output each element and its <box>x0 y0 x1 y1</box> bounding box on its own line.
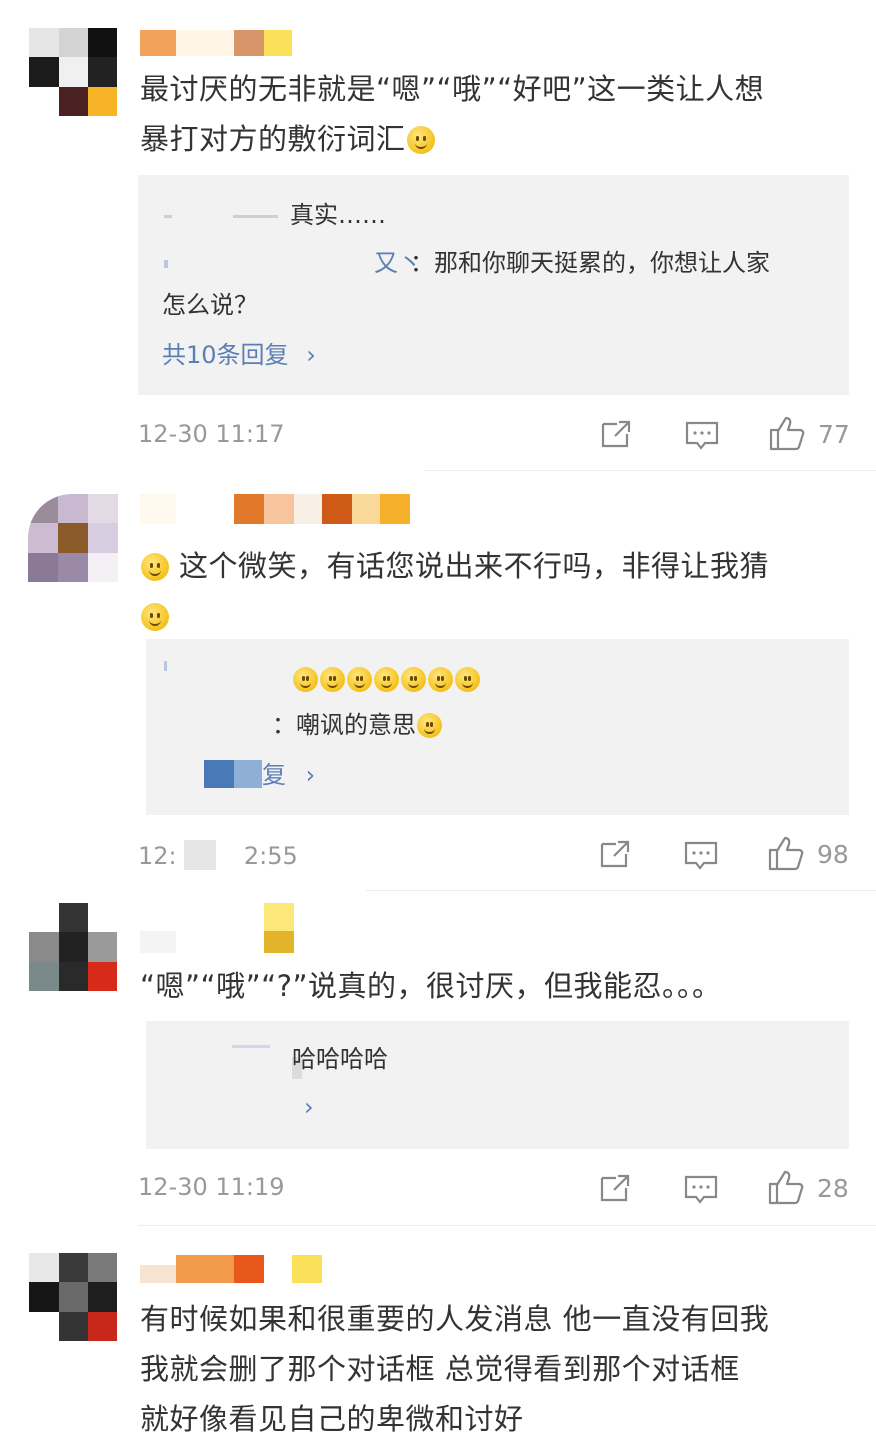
reply-text: 哈哈哈哈 <box>292 1045 388 1073</box>
avatar[interactable] <box>29 1253 117 1341</box>
thumbs-up-icon <box>768 1170 804 1205</box>
comment-text-line: 有时候如果和很重要的人发消息 他一直没有回我 <box>140 1302 770 1336</box>
timestamp: 12-30 11:19 <box>138 1173 285 1201</box>
timestamp-part: 12: <box>138 842 177 870</box>
avatar[interactable] <box>29 903 117 991</box>
comment-text-line: 暴打对方的敷衍词汇 <box>140 122 406 156</box>
like-button[interactable] <box>767 1168 805 1210</box>
timestamp-part: 2:55 <box>243 842 298 870</box>
like-count: 77 <box>818 420 850 449</box>
timestamp: 12-30 11:17 <box>138 420 285 448</box>
comment-text-line: 就好像看见自己的卑微和讨好 <box>140 1402 524 1436</box>
comment-icon <box>685 421 719 450</box>
like-count: 98 <box>817 840 849 869</box>
smile-emoji-icon <box>455 667 480 692</box>
smile-emoji-icon <box>347 667 372 692</box>
divider <box>366 890 876 891</box>
more-replies-link[interactable]: 复 › <box>204 755 315 795</box>
smile-emoji-icon <box>428 667 453 692</box>
divider <box>138 1225 876 1226</box>
comment-text: “嗯”“哦”“?”说真的，很讨厌，但我能忍。。。 <box>140 961 860 1011</box>
comment-icon <box>684 1175 718 1204</box>
more-replies-link[interactable]: 共10条回复 › <box>162 335 316 375</box>
share-button[interactable] <box>598 1172 632 1208</box>
reply-text: 怎么说？ <box>162 291 258 319</box>
comment-text: 这个微笑，有话您说出来不行吗，非得让我猜 <box>140 541 860 641</box>
reply-text: ：嘲讽的意思 <box>272 711 416 739</box>
username[interactable] <box>140 903 294 953</box>
smile-emoji-icon <box>320 667 345 692</box>
comment-icon <box>684 841 718 870</box>
smile-emoji-icon <box>374 667 399 692</box>
like-count: 28 <box>817 1174 849 1203</box>
like-button[interactable] <box>767 834 805 876</box>
reply-box[interactable]: 真实…… 又丶 ：那和你聊天挺累的，你想让人家 怎么说？ 共10条回复 › <box>138 175 849 395</box>
chevron-right-icon: › <box>304 1093 314 1121</box>
like-button[interactable] <box>768 414 806 456</box>
comment-text-line: 这个微笑，有话您说出来不行吗，非得让我猜 <box>179 549 770 583</box>
share-button[interactable] <box>598 838 632 874</box>
more-replies-label: 共10条回复 <box>162 341 289 369</box>
comment-text: 最讨厌的无非就是“嗯”“哦”“好吧”这一类让人想 暴打对方的敷衍词汇 <box>140 64 860 164</box>
smile-emoji-icon <box>417 713 442 738</box>
chevron-right-icon: › <box>305 761 316 789</box>
thumbs-up-icon <box>768 836 804 871</box>
comment-button[interactable] <box>684 420 720 456</box>
comment-button[interactable] <box>683 1174 719 1210</box>
reply-text: ：那和你聊天挺累的，你想让人家 <box>410 249 770 277</box>
smile-emoji-icon <box>141 603 169 631</box>
shrug-emoji-icon <box>406 126 435 154</box>
comment-text-line: 最讨厌的无非就是“嗯”“哦”“好吧”这一类让人想 <box>140 72 765 106</box>
username[interactable] <box>140 30 292 56</box>
smile-emoji-icon <box>293 667 318 692</box>
comment-button[interactable] <box>683 840 719 876</box>
reply-box[interactable]: ：嘲讽的意思 复 › <box>146 639 849 815</box>
smile-emoji-icon <box>401 667 426 692</box>
avatar[interactable] <box>29 28 117 116</box>
reply-emojis <box>292 659 481 699</box>
chevron-right-icon: › <box>306 341 316 369</box>
divider <box>424 470 876 471</box>
share-icon <box>600 840 630 868</box>
share-button[interactable] <box>599 418 633 454</box>
share-icon <box>600 1174 630 1202</box>
username[interactable] <box>140 1255 322 1283</box>
reply-text: 真实…… <box>290 201 386 229</box>
comment-text-line: “嗯”“哦”“?”说真的，很讨厌，但我能忍。。。 <box>140 969 722 1003</box>
avatar[interactable] <box>28 494 118 582</box>
thumbs-up-icon <box>769 416 805 451</box>
username[interactable] <box>140 494 410 524</box>
comment-text-line: 我就会删了那个对话框 总觉得看到那个对话框 <box>140 1352 740 1386</box>
smile-emoji-icon <box>141 553 169 581</box>
comment-text: 有时候如果和很重要的人发消息 他一直没有回我 我就会删了那个对话框 总觉得看到那… <box>140 1294 860 1444</box>
share-icon <box>601 420 631 448</box>
more-replies-link[interactable]: › <box>304 1087 314 1127</box>
timestamp: 12: 2:55 <box>138 840 298 870</box>
reply-box[interactable]: 哈哈哈哈 › <box>146 1021 849 1149</box>
more-replies-label: 复 <box>262 761 286 789</box>
